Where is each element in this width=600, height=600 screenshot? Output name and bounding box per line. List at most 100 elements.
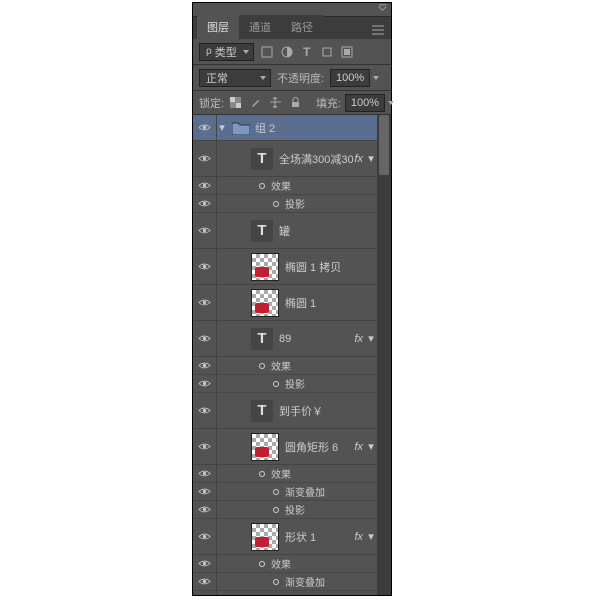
visibility-toggle[interactable] [193, 501, 217, 518]
scrollbar-track[interactable] [377, 115, 391, 595]
fill-input[interactable]: 100% [345, 94, 385, 112]
layer-group[interactable]: ▾ 组 2 [193, 115, 391, 141]
layers-panel: 图层 通道 路径 ρ 类型 T 正常 不透明度: 100% 锁定: [192, 2, 392, 596]
tab-layers[interactable]: 图层 [197, 15, 239, 39]
blend-mode-dropdown[interactable]: 正常 [199, 69, 271, 87]
effects-toggle-icon[interactable]: ▾ [365, 152, 377, 165]
scrollbar-thumb[interactable] [379, 115, 389, 175]
visibility-toggle[interactable] [193, 141, 217, 176]
layer-label[interactable]: 形状 1 [285, 529, 354, 545]
visibility-toggle[interactable] [193, 195, 217, 212]
effect-gradient[interactable]: 渐变叠加 [193, 483, 391, 501]
text-layer-icon: T [251, 328, 273, 350]
visibility-toggle[interactable] [193, 285, 217, 320]
disclosure-icon[interactable]: ▾ [217, 121, 227, 134]
folder-icon [231, 120, 251, 136]
effect-label: 投影 [285, 196, 305, 211]
fill-value: 100% [351, 97, 379, 109]
text-layer-icon: T [251, 400, 273, 422]
filter-smart-icon[interactable] [338, 43, 356, 61]
fx-badge: fx [354, 333, 363, 345]
opacity-value: 100% [336, 72, 364, 84]
effects-label: 效果 [271, 358, 291, 373]
layer-shape[interactable]: 圆角矩形 6 fx ▾ [193, 429, 391, 465]
filter-pixel-icon[interactable] [258, 43, 276, 61]
effect-row[interactable]: 效果 [193, 357, 391, 375]
visibility-toggle[interactable] [193, 177, 217, 194]
tab-channels[interactable]: 通道 [239, 15, 281, 39]
layer-shape[interactable]: 椭圆 1 [193, 285, 391, 321]
lock-label: 锁定: [199, 95, 224, 111]
effects-toggle-icon[interactable]: ▾ [365, 332, 377, 345]
effect-label: 投影 [285, 376, 305, 391]
layer-label[interactable]: 椭圆 1 [285, 295, 391, 311]
filter-shape-icon[interactable] [318, 43, 336, 61]
visibility-toggle[interactable] [193, 213, 217, 248]
visibility-toggle[interactable] [193, 483, 217, 500]
effect-row[interactable]: 效果 [193, 465, 391, 483]
visibility-toggle[interactable] [193, 519, 217, 554]
layer-label[interactable]: 罐 [279, 223, 391, 239]
shape-thumb [251, 595, 279, 596]
layer-shape[interactable]: 椭圆 1 拷贝 [193, 249, 391, 285]
collapse-icon[interactable] [378, 4, 387, 16]
effects-toggle-icon[interactable]: ▾ [365, 530, 377, 543]
panel-menu-icon[interactable] [369, 21, 387, 39]
layer-label[interactable]: 全场满300减30 [279, 151, 354, 167]
filter-adjust-icon[interactable] [278, 43, 296, 61]
layer-text[interactable]: T 到手价￥ [193, 393, 391, 429]
layer-shape[interactable]: 形状 1 fx ▾ [193, 519, 391, 555]
visibility-toggle[interactable] [193, 591, 217, 595]
effects-label: 效果 [271, 466, 291, 481]
layer-text[interactable]: T 89 fx ▾ [193, 321, 391, 357]
layer-text[interactable]: T 全场满300减30 fx ▾ [193, 141, 391, 177]
blend-mode-value: 正常 [206, 70, 228, 86]
layer-label[interactable]: 到手价￥ [279, 403, 391, 419]
filter-text-icon[interactable]: T [298, 43, 316, 61]
lock-brush-icon[interactable] [248, 96, 262, 110]
effect-dropshadow[interactable]: 投影 [193, 375, 391, 393]
lock-move-icon[interactable] [268, 96, 282, 110]
effect-label: 投影 [285, 502, 305, 517]
layer-text[interactable]: T 罐 [193, 213, 391, 249]
visibility-toggle[interactable] [193, 429, 217, 464]
layer-label[interactable]: 89 [279, 333, 354, 345]
visibility-toggle[interactable] [193, 375, 217, 392]
shape-thumb [251, 289, 279, 317]
opacity-input[interactable]: 100% [330, 69, 370, 87]
filter-kind-label: 类型 [215, 44, 237, 60]
opacity-label: 不透明度: [277, 70, 324, 86]
fx-badge: fx [354, 153, 363, 165]
visibility-toggle[interactable] [193, 357, 217, 374]
effect-row[interactable]: 效果 [193, 555, 391, 573]
visibility-toggle[interactable] [193, 555, 217, 572]
lock-transparency-icon[interactable] [228, 96, 242, 110]
layer-shape[interactable]: 形状 1 拷贝 fx ▾ [193, 591, 391, 595]
layer-label[interactable]: 椭圆 1 拷贝 [285, 259, 391, 275]
layer-filter-row: ρ 类型 T [193, 39, 391, 65]
effects-toggle-icon[interactable]: ▾ [365, 440, 377, 453]
effects-label: 效果 [271, 178, 291, 193]
effects-label: 效果 [271, 556, 291, 571]
effect-row[interactable]: 效果 [193, 177, 391, 195]
text-layer-icon: T [251, 220, 273, 242]
layer-label[interactable]: 圆角矩形 6 [285, 439, 354, 455]
visibility-toggle[interactable] [193, 321, 217, 356]
visibility-toggle[interactable] [193, 465, 217, 482]
tab-paths[interactable]: 路径 [281, 15, 323, 39]
effect-gradient[interactable]: 渐变叠加 [193, 573, 391, 591]
filter-kind-dropdown[interactable]: ρ 类型 [199, 43, 254, 61]
effect-dropshadow[interactable]: 投影 [193, 195, 391, 213]
layer-list: ▾ 组 2 T 全场满300减30 fx ▾ 效果 投影 [193, 115, 391, 595]
fx-badge: fx [354, 531, 363, 543]
visibility-toggle[interactable] [193, 115, 217, 140]
layer-label[interactable]: 组 2 [255, 120, 391, 136]
lock-all-icon[interactable] [288, 96, 302, 110]
shape-thumb [251, 433, 279, 461]
filter-icons: T [258, 43, 356, 61]
effect-dropshadow[interactable]: 投影 [193, 501, 391, 519]
visibility-toggle[interactable] [193, 573, 217, 590]
effect-label: 渐变叠加 [285, 484, 325, 499]
visibility-toggle[interactable] [193, 393, 217, 428]
visibility-toggle[interactable] [193, 249, 217, 284]
